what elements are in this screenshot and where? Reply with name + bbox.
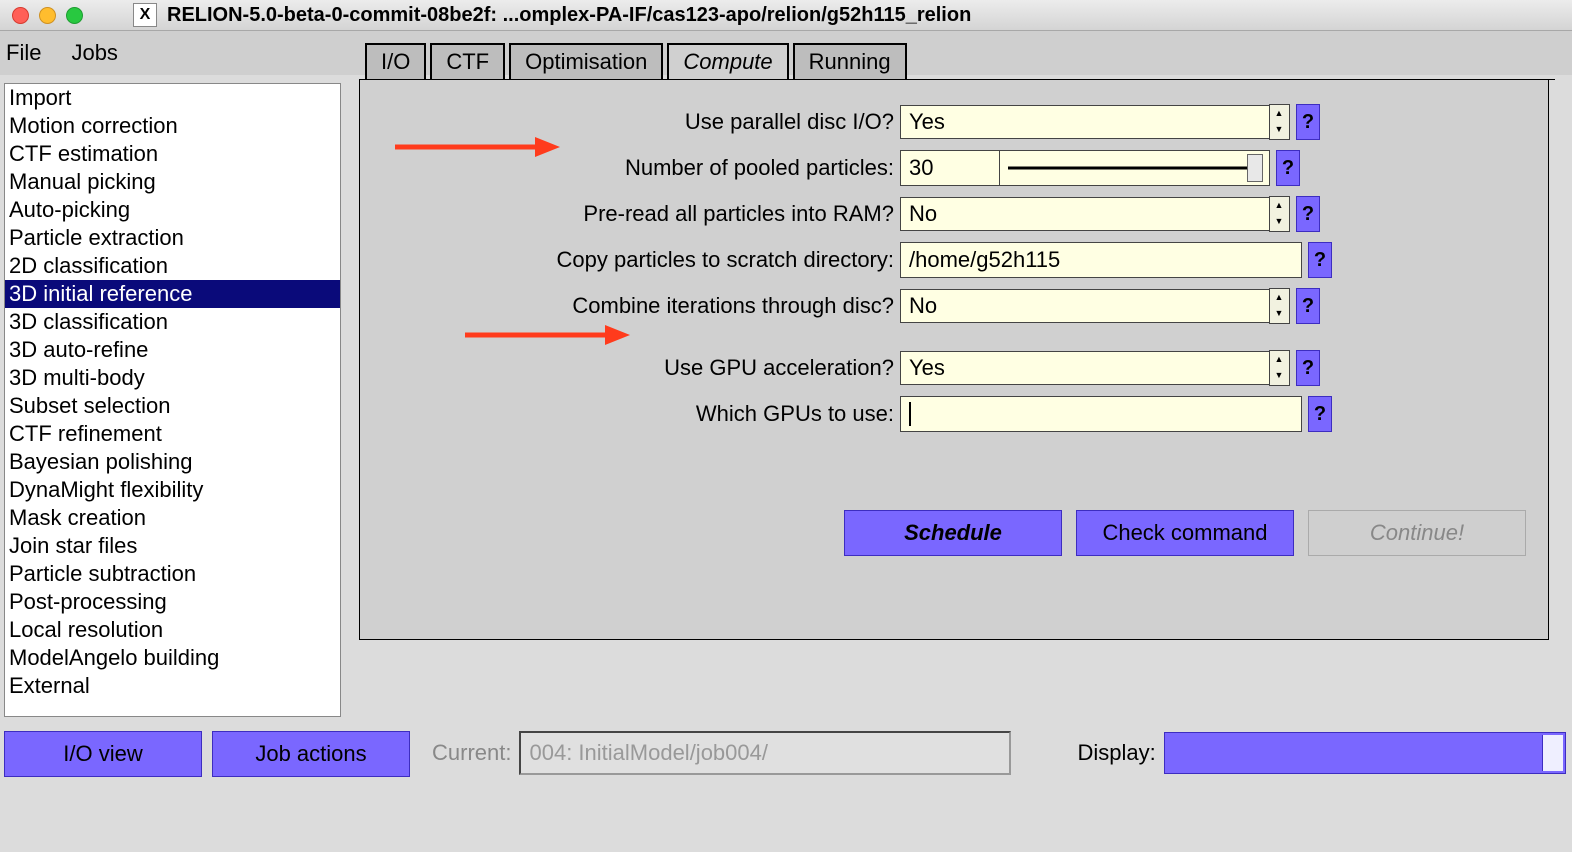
jobtype-item[interactable]: Post-processing bbox=[5, 588, 340, 616]
jobtype-item[interactable]: Motion correction bbox=[5, 112, 340, 140]
menu-file[interactable]: File bbox=[6, 40, 41, 66]
jobtype-item[interactable]: Local resolution bbox=[5, 616, 340, 644]
left-action-bar: I/O view Job actions bbox=[0, 731, 410, 777]
preread-ram-select[interactable]: No bbox=[900, 197, 1270, 231]
jobtype-item[interactable]: 3D multi-body bbox=[5, 364, 340, 392]
slider-thumb-icon[interactable] bbox=[1247, 154, 1263, 182]
use-parallel-io-select[interactable]: Yes bbox=[900, 105, 1270, 139]
jobtype-item[interactable]: Particle extraction bbox=[5, 224, 340, 252]
current-job-display: 004: InitialModel/job004/ bbox=[519, 731, 1011, 775]
check-command-button[interactable]: Check command bbox=[1076, 510, 1294, 556]
current-job-value: 004: InitialModel/job004/ bbox=[529, 740, 768, 766]
help-button[interactable]: ? bbox=[1308, 242, 1332, 278]
param-label: Use GPU acceleration? bbox=[374, 355, 900, 381]
continue-button: Continue! bbox=[1308, 510, 1526, 556]
menu-jobs[interactable]: Jobs bbox=[71, 40, 117, 66]
jobtype-item[interactable]: Mask creation bbox=[5, 504, 340, 532]
combine-disc-select[interactable]: No bbox=[900, 289, 1270, 323]
field-value: 30 bbox=[909, 155, 933, 181]
tab-compute[interactable]: Compute bbox=[667, 43, 788, 79]
field-value: Yes bbox=[909, 109, 945, 135]
x11-app-icon: X bbox=[133, 3, 157, 27]
field-value: No bbox=[909, 293, 937, 319]
jobtype-item[interactable]: 2D classification bbox=[5, 252, 340, 280]
spin-icon[interactable] bbox=[1269, 350, 1290, 386]
tab-io[interactable]: I/O bbox=[365, 43, 426, 79]
jobtype-item[interactable]: 3D classification bbox=[5, 308, 340, 336]
jobtype-item[interactable]: Auto-picking bbox=[5, 196, 340, 224]
text-cursor-icon bbox=[909, 402, 911, 426]
annotation-arrow-icon bbox=[460, 320, 630, 350]
tab-running[interactable]: Running bbox=[793, 43, 907, 79]
jobtype-item[interactable]: Join star files bbox=[5, 532, 340, 560]
help-button[interactable]: ? bbox=[1296, 350, 1320, 386]
zoom-dot-icon[interactable] bbox=[66, 7, 83, 24]
scratch-dir-input[interactable]: /home/g52h115 bbox=[900, 242, 1302, 278]
jobtype-item[interactable]: ModelAngelo building bbox=[5, 644, 340, 672]
display-select[interactable] bbox=[1164, 732, 1566, 774]
jobtype-item[interactable]: Particle subtraction bbox=[5, 560, 340, 588]
minimize-dot-icon[interactable] bbox=[39, 7, 56, 24]
spin-icon[interactable] bbox=[1545, 737, 1561, 769]
param-label: Combine iterations through disc? bbox=[374, 293, 900, 319]
traffic-lights bbox=[12, 7, 83, 24]
tab-bar: I/O CTF Optimisation Compute Running bbox=[359, 39, 1555, 80]
display-label: Display: bbox=[1077, 740, 1155, 766]
param-label: Which GPUs to use: bbox=[374, 401, 900, 427]
field-value: Yes bbox=[909, 355, 945, 381]
action-bar: Schedule Check command Continue! bbox=[374, 496, 1534, 556]
job-actions-button[interactable]: Job actions bbox=[212, 731, 410, 777]
io-view-button[interactable]: I/O view bbox=[4, 731, 202, 777]
jobtype-list[interactable]: Import Motion correction CTF estimation … bbox=[4, 83, 341, 717]
jobtype-item[interactable]: CTF estimation bbox=[5, 140, 340, 168]
status-bar: Current: 004: InitialModel/job004/ Displ… bbox=[432, 731, 1566, 775]
field-value: No bbox=[909, 201, 937, 227]
jobtype-item[interactable]: DynaMight flexibility bbox=[5, 476, 340, 504]
spin-icon[interactable] bbox=[1269, 288, 1290, 324]
pooled-particles-input[interactable]: 30 bbox=[900, 150, 1270, 186]
close-dot-icon[interactable] bbox=[12, 7, 29, 24]
pooled-particles-number[interactable]: 30 bbox=[900, 150, 1000, 186]
field-value: /home/g52h115 bbox=[909, 247, 1060, 273]
use-gpu-select[interactable]: Yes bbox=[900, 351, 1270, 385]
annotation-arrow-icon bbox=[390, 132, 560, 162]
jobtype-item[interactable]: External bbox=[5, 672, 340, 700]
jobtype-item[interactable]: Manual picking bbox=[5, 168, 340, 196]
jobtype-item[interactable]: Bayesian polishing bbox=[5, 448, 340, 476]
jobtype-item[interactable]: 3D auto-refine bbox=[5, 336, 340, 364]
window-titlebar: X RELION-5.0-beta-0-commit-08be2f: ...om… bbox=[0, 0, 1572, 31]
jobtype-item-selected[interactable]: 3D initial reference bbox=[5, 280, 340, 308]
jobtype-item[interactable]: CTF refinement bbox=[5, 420, 340, 448]
jobtype-item[interactable]: Import bbox=[5, 84, 340, 112]
tab-optimisation[interactable]: Optimisation bbox=[509, 43, 663, 79]
spin-icon[interactable] bbox=[1269, 104, 1290, 140]
jobtype-item[interactable]: Subset selection bbox=[5, 392, 340, 420]
tab-ctf[interactable]: CTF bbox=[430, 43, 505, 79]
help-button[interactable]: ? bbox=[1296, 288, 1320, 324]
help-button[interactable]: ? bbox=[1296, 196, 1320, 232]
which-gpus-input[interactable] bbox=[900, 396, 1302, 432]
schedule-button[interactable]: Schedule bbox=[844, 510, 1062, 556]
param-label: Pre-read all particles into RAM? bbox=[374, 201, 900, 227]
help-button[interactable]: ? bbox=[1276, 150, 1300, 186]
help-button[interactable]: ? bbox=[1296, 104, 1320, 140]
compute-panel: Use parallel disc I/O? Yes ? Number of p… bbox=[359, 80, 1549, 640]
param-label: Copy particles to scratch directory: bbox=[374, 247, 900, 273]
current-label: Current: bbox=[432, 740, 511, 766]
pooled-particles-slider[interactable] bbox=[1000, 150, 1270, 186]
spin-icon[interactable] bbox=[1269, 196, 1290, 232]
window-title: RELION-5.0-beta-0-commit-08be2f: ...ompl… bbox=[167, 4, 971, 27]
help-button[interactable]: ? bbox=[1308, 396, 1332, 432]
